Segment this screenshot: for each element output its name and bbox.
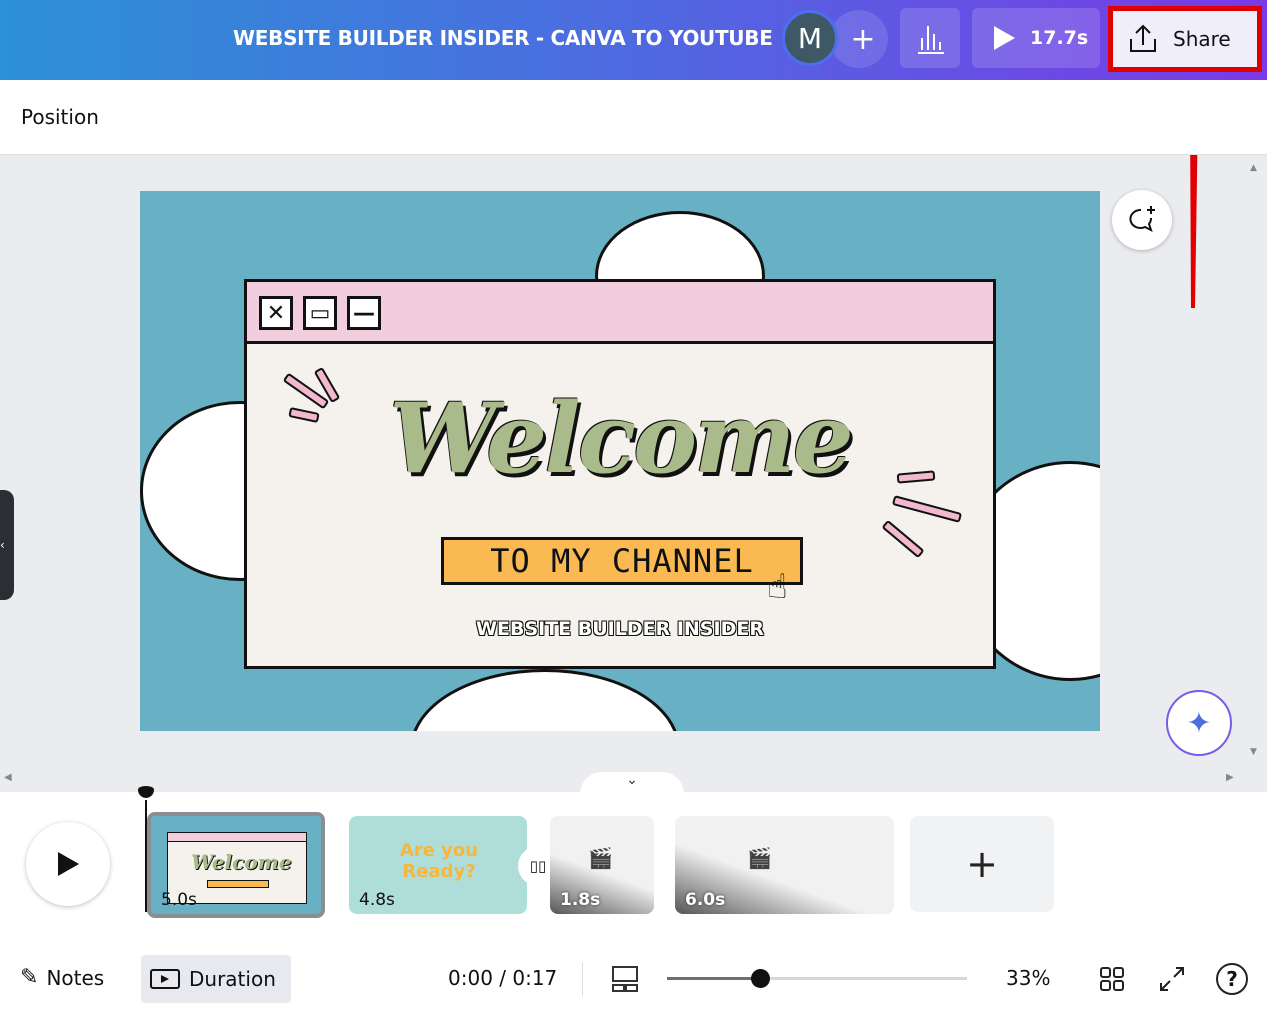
- welcome-heading: Welcome: [389, 382, 854, 495]
- total-duration: 17.7s: [1030, 27, 1089, 49]
- retro-window: ✕ ▭ — Welcome TO MY CHANNEL ☝ WEBSITE BU…: [244, 279, 996, 669]
- chevron-down-icon: ⌄: [626, 772, 638, 788]
- present-play-button[interactable]: 17.7s: [972, 8, 1100, 68]
- sparkle-icon: ✦: [1186, 705, 1212, 741]
- share-button[interactable]: Share: [1113, 11, 1257, 67]
- avatar[interactable]: M: [782, 10, 838, 66]
- layout-view-button[interactable]: [610, 964, 640, 998]
- filmstrip-icon: [612, 966, 638, 992]
- context-toolbar: [0, 80, 1267, 155]
- zoom-slider-fill: [667, 977, 760, 980]
- bar-chart-icon: [918, 26, 944, 54]
- sparkle-dash: [891, 495, 963, 523]
- design-title[interactable]: WEBSITE BUILDER INSIDER - CANVA TO YOUTU…: [233, 26, 773, 50]
- grid-icon: [1100, 967, 1124, 991]
- hand-cursor-icon: ☝: [767, 567, 788, 607]
- video-frame-icon: [150, 969, 180, 989]
- page-thumbnail-2[interactable]: Are you Ready? 4.8s: [349, 816, 527, 914]
- notes-button[interactable]: ✎ Notes: [20, 965, 104, 990]
- cloud: [410, 669, 680, 731]
- clapperboard-icon: 🎬: [588, 846, 613, 870]
- notes-label: Notes: [46, 965, 105, 990]
- help-button[interactable]: ?: [1216, 963, 1248, 995]
- page-duration: 5.0s: [161, 890, 197, 910]
- transition-icon: ▯▯: [529, 857, 547, 875]
- page-thumbnail-3[interactable]: 🎬 1.8s: [550, 816, 654, 914]
- add-page-button[interactable]: +: [910, 816, 1054, 912]
- play-icon: [58, 852, 79, 876]
- duration-button[interactable]: Duration: [141, 955, 291, 1003]
- position-button[interactable]: Position: [21, 105, 99, 129]
- play-button[interactable]: [26, 822, 110, 906]
- page-duration: 6.0s: [685, 890, 726, 910]
- insights-button[interactable]: [900, 8, 960, 68]
- vertical-scrollbar[interactable]: ▲ ▼: [1245, 155, 1267, 768]
- page-thumbnail-4[interactable]: 🎬 6.0s: [675, 816, 894, 914]
- side-panel-toggle[interactable]: ‹: [0, 490, 14, 600]
- page-thumbnail-1[interactable]: Welcome 5.0s: [147, 812, 325, 918]
- zoom-slider[interactable]: [667, 969, 967, 988]
- fullscreen-button[interactable]: [1158, 965, 1186, 997]
- expand-icon: [1160, 967, 1184, 991]
- sparkle-dash: [881, 519, 925, 559]
- collapse-timeline-button[interactable]: ⌄: [580, 772, 684, 794]
- grid-view-button[interactable]: [1098, 965, 1126, 997]
- thumb-text: Are you Ready?: [399, 840, 479, 882]
- maximize-icon: ▭: [303, 296, 337, 330]
- comment-add-icon: [1129, 206, 1155, 232]
- minimize-icon: —: [347, 296, 381, 330]
- share-highlight: Share: [1108, 6, 1262, 72]
- play-icon: [994, 26, 1015, 50]
- add-comment-button[interactable]: [1112, 190, 1172, 250]
- slide-canvas[interactable]: ✕ ▭ — Welcome TO MY CHANNEL ☝ WEBSITE BU…: [140, 191, 1100, 731]
- page-duration: 4.8s: [359, 890, 395, 910]
- zoom-percentage[interactable]: 33%: [1006, 966, 1050, 990]
- clapperboard-icon: 🎬: [747, 846, 772, 870]
- add-collaborator-button[interactable]: +: [830, 10, 888, 68]
- magic-assistant-button[interactable]: ✦: [1166, 690, 1232, 756]
- notes-icon: ✎: [20, 965, 39, 990]
- divider: [582, 962, 583, 996]
- zoom-slider-knob[interactable]: [751, 969, 770, 988]
- page-duration: 1.8s: [560, 890, 601, 910]
- share-label: Share: [1173, 27, 1231, 51]
- subtitle-box: TO MY CHANNEL: [441, 537, 803, 585]
- playback-time: 0:00 / 0:17: [448, 966, 558, 990]
- close-icon: ✕: [259, 296, 293, 330]
- upload-icon: [1130, 24, 1156, 52]
- question-icon: ?: [1226, 967, 1238, 991]
- brand-text: WEBSITE BUILDER INSIDER: [476, 618, 764, 640]
- duration-label: Duration: [189, 967, 276, 991]
